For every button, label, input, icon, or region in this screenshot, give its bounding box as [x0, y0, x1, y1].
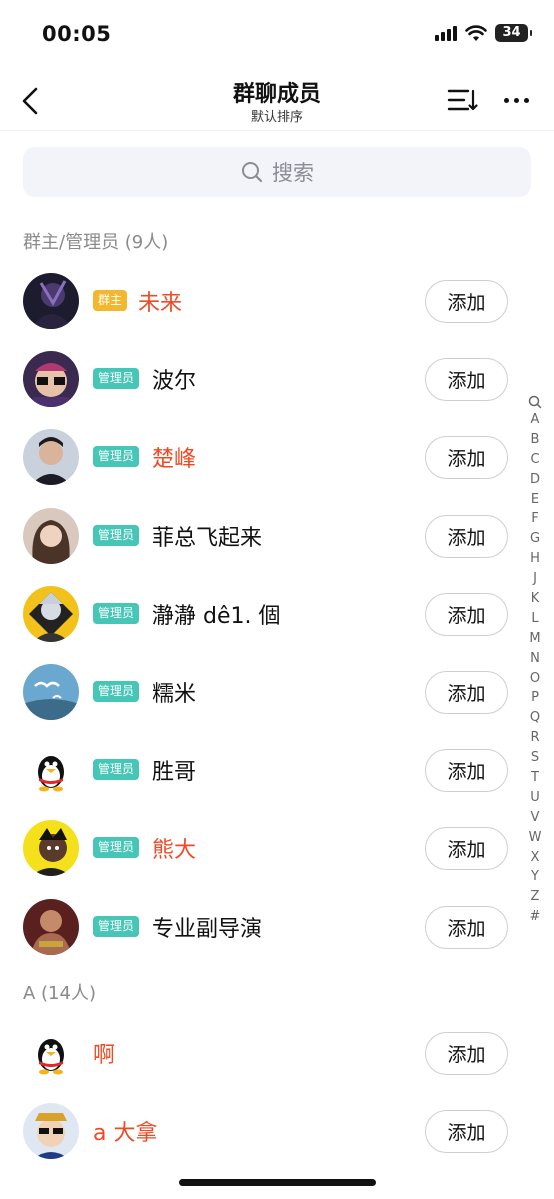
wrestler-photo-avatar[interactable]	[23, 898, 79, 955]
status-bar: 00:05 34	[0, 0, 554, 70]
qq-penguin-avatar[interactable]	[23, 1025, 79, 1081]
sort-icon	[447, 89, 478, 111]
cellular-signal-icon	[435, 25, 457, 41]
index-letter[interactable]: Z	[531, 887, 540, 907]
home-indicator	[179, 1179, 376, 1186]
member-row[interactable]: 管理员 波尔 添加	[0, 341, 554, 419]
index-letter[interactable]: U	[530, 788, 540, 808]
sort-button[interactable]	[444, 82, 480, 118]
member-row[interactable]: 管理员 瀞瀞 dê1. 個 添加	[0, 576, 554, 654]
member-row[interactable]: 管理员 菲总飞起来 添加	[0, 498, 554, 576]
index-letter[interactable]: T	[531, 768, 539, 788]
index-letter[interactable]: B	[531, 430, 540, 450]
member-name: 楚峰	[152, 447, 197, 473]
index-letter[interactable]: Q	[530, 708, 540, 728]
add-friend-button[interactable]: 添加	[425, 1032, 508, 1075]
admin-badge: 管理员	[93, 446, 140, 468]
wifi-icon	[465, 24, 487, 41]
add-friend-button[interactable]: 添加	[425, 514, 508, 558]
admin-badge: 管理员	[93, 602, 140, 624]
member-name: 专业副导演	[152, 916, 263, 942]
index-letter[interactable]: G	[530, 529, 540, 549]
add-friend-button[interactable]: 添加	[425, 436, 508, 480]
add-friend-button[interactable]: 添加	[425, 1110, 508, 1154]
section-header-a: A (14人)	[23, 983, 96, 1004]
member-row[interactable]: 管理员 糯米 添加	[0, 654, 554, 732]
admin-badge: 管理员	[93, 524, 140, 546]
status-icons: 34	[435, 24, 532, 42]
member-row[interactable]: 管理员 专业副导演 添加	[0, 889, 554, 967]
yellow-cartoon-avatar[interactable]	[23, 820, 79, 877]
admin-badge: 管理员	[93, 681, 140, 702]
index-letter[interactable]: #	[530, 907, 541, 927]
member-name: 胜哥	[152, 760, 197, 786]
woman-photo-avatar[interactable]	[23, 507, 79, 564]
add-friend-button[interactable]: 添加	[425, 749, 508, 793]
add-friend-button[interactable]: 添加	[425, 592, 508, 636]
dark-anime-avatar[interactable]	[23, 273, 79, 329]
index-letter[interactable]: F	[531, 509, 538, 529]
member-row[interactable]: 管理员 熊大 添加	[0, 810, 554, 888]
index-letter[interactable]: P	[531, 688, 539, 708]
index-letter[interactable]: A	[531, 410, 540, 430]
member-row[interactable]: a 大拿 添加	[0, 1093, 554, 1171]
index-letter[interactable]: M	[529, 629, 540, 649]
add-friend-button[interactable]: 添加	[425, 358, 508, 402]
member-row[interactable]: 啊 添加	[0, 1015, 554, 1093]
more-options-button[interactable]	[496, 82, 536, 118]
qq-penguin-avatar[interactable]	[23, 742, 79, 799]
search-icon	[242, 162, 263, 183]
index-search-icon[interactable]	[528, 394, 542, 410]
member-row[interactable]: 群主 未来 添加	[0, 263, 554, 341]
cartoon-glasses-avatar[interactable]	[23, 351, 79, 408]
index-letter[interactable]: H	[530, 549, 540, 569]
add-friend-button[interactable]: 添加	[425, 280, 508, 323]
index-letter[interactable]: L	[531, 609, 538, 629]
index-letter[interactable]: Y	[531, 867, 539, 887]
index-letter[interactable]: N	[530, 649, 540, 669]
section-header-admins: 群主/管理员 (9人)	[23, 232, 169, 253]
member-name: 糯米	[152, 682, 197, 707]
anime-yellow-avatar[interactable]	[23, 585, 79, 642]
man-photo-avatar[interactable]	[23, 429, 79, 486]
index-letter[interactable]: J	[533, 569, 537, 589]
index-letter[interactable]: X	[531, 848, 540, 868]
search-input[interactable]: 搜索	[23, 147, 531, 197]
index-letter[interactable]: V	[531, 808, 540, 828]
search-placeholder: 搜索	[272, 161, 314, 185]
add-friend-button[interactable]: 添加	[425, 671, 508, 714]
member-name: 未来	[138, 291, 183, 316]
nav-bar: 群聊成员 默认排序	[0, 70, 554, 131]
index-letter[interactable]: C	[530, 450, 539, 470]
seagull-sky-avatar[interactable]	[23, 664, 79, 720]
member-name: 啊	[93, 1043, 116, 1068]
member-name: 波尔	[152, 369, 197, 395]
index-letter[interactable]: S	[531, 748, 539, 768]
admin-badge: 管理员	[93, 368, 140, 390]
index-letter[interactable]: O	[530, 669, 540, 689]
admin-badge: 管理员	[93, 837, 140, 859]
member-name: 瀞瀞 dê1. 個	[152, 603, 281, 629]
index-letter[interactable]: R	[530, 728, 539, 748]
status-time: 00:05	[42, 22, 112, 46]
member-name: 熊大	[152, 838, 197, 864]
member-row[interactable]: 管理员 胜哥 添加	[0, 732, 554, 810]
index-letter[interactable]: E	[531, 490, 539, 510]
add-friend-button[interactable]: 添加	[425, 827, 508, 871]
admin-badge: 管理员	[93, 759, 140, 781]
alphabet-index[interactable]: A B C D E F G H J K L M N O P Q R S T U V W X Y Z #	[524, 394, 546, 927]
add-friend-button[interactable]: 添加	[425, 905, 508, 949]
owner-badge: 群主	[93, 290, 128, 311]
member-name: 菲总飞起来	[152, 525, 263, 551]
index-letter[interactable]: K	[531, 589, 540, 609]
member-name: a 大拿	[93, 1121, 158, 1147]
cartoon-money-avatar[interactable]	[23, 1103, 79, 1160]
battery-icon: 34	[495, 24, 532, 42]
admin-badge: 管理员	[93, 915, 140, 937]
index-letter[interactable]: D	[530, 470, 540, 490]
index-letter[interactable]: W	[529, 828, 542, 848]
member-row[interactable]: 管理员 楚峰 添加	[0, 419, 554, 497]
